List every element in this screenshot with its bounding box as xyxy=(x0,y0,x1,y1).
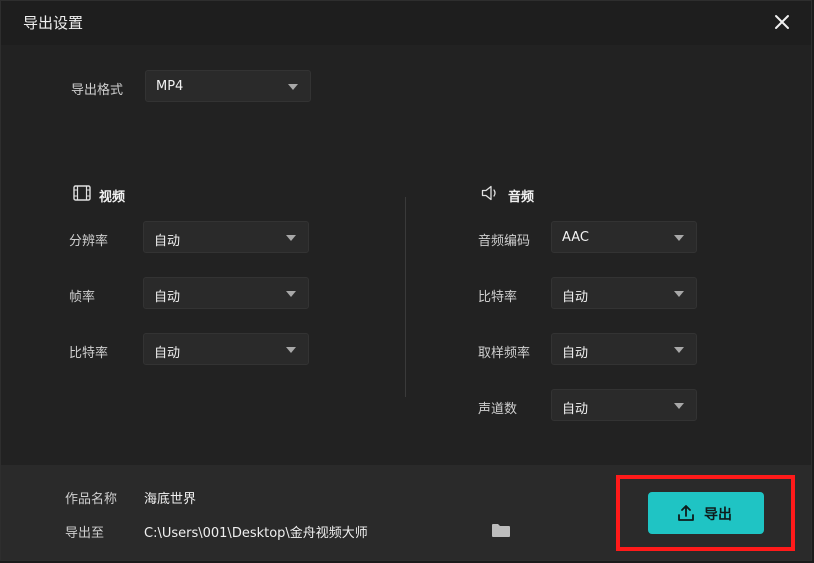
export-path-value: C:\Users\001\Desktop\金舟视频大师 xyxy=(144,526,368,541)
audio-heading: 音频 xyxy=(508,190,535,205)
work-name-label: 作品名称 xyxy=(65,492,118,507)
upload-icon xyxy=(678,505,694,521)
chevron-down-icon xyxy=(674,347,684,353)
resolution-value: 自动 xyxy=(154,234,181,249)
channels-select[interactable]: 自动 xyxy=(551,389,697,421)
chevron-down-icon xyxy=(286,347,296,353)
audio-bitrate-select[interactable]: 自动 xyxy=(551,277,697,309)
close-button[interactable] xyxy=(771,11,793,33)
resolution-label: 分辨率 xyxy=(69,234,109,249)
video-heading: 视频 xyxy=(99,190,126,205)
samplerate-label: 取样频率 xyxy=(478,346,531,361)
video-bitrate-value: 自动 xyxy=(154,346,181,361)
framerate-label: 帧率 xyxy=(69,290,96,305)
framerate-value: 自动 xyxy=(154,290,181,305)
format-select[interactable]: MP4 xyxy=(145,70,311,102)
chevron-down-icon xyxy=(286,291,296,297)
chevron-down-icon xyxy=(674,291,684,297)
video-bitrate-select[interactable]: 自动 xyxy=(143,333,309,365)
film-icon xyxy=(73,185,91,201)
export-button-label: 导出 xyxy=(704,507,732,523)
samplerate-select[interactable]: 自动 xyxy=(551,333,697,365)
samplerate-value: 自动 xyxy=(562,346,589,361)
dialog-title: 导出设置 xyxy=(23,14,84,32)
audio-bitrate-label: 比特率 xyxy=(478,290,518,305)
format-value: MP4 xyxy=(156,79,184,94)
channels-label: 声道数 xyxy=(478,402,518,417)
audio-codec-label: 音频编码 xyxy=(478,234,531,249)
footer-panel: 作品名称 海底世界 导出至 C:\Users\001\Desktop\金舟视频大… xyxy=(1,465,811,560)
resolution-select[interactable]: 自动 xyxy=(143,221,309,253)
folder-icon[interactable] xyxy=(491,522,511,538)
speaker-icon xyxy=(481,185,496,201)
export-settings-dialog: 导出设置 导出格式 MP4 视频 分辨率 自动 帧率 自动 比特率 自动 音频 … xyxy=(0,0,812,561)
title-bar: 导出设置 xyxy=(1,1,811,45)
chevron-down-icon xyxy=(288,84,298,90)
export-path-label: 导出至 xyxy=(65,526,105,541)
audio-bitrate-value: 自动 xyxy=(562,290,589,305)
work-name-value[interactable]: 海底世界 xyxy=(144,488,196,507)
chevron-down-icon xyxy=(674,403,684,409)
export-button[interactable]: 导出 xyxy=(648,492,764,534)
format-label: 导出格式 xyxy=(71,83,124,98)
chevron-down-icon xyxy=(286,235,296,241)
chevron-down-icon xyxy=(674,235,684,241)
section-divider xyxy=(405,197,406,397)
framerate-select[interactable]: 自动 xyxy=(143,277,309,309)
close-icon xyxy=(775,15,789,29)
video-bitrate-label: 比特率 xyxy=(69,346,109,361)
audio-codec-value: AAC xyxy=(562,230,589,245)
audio-codec-select[interactable]: AAC xyxy=(551,221,697,253)
channels-value: 自动 xyxy=(562,402,589,417)
